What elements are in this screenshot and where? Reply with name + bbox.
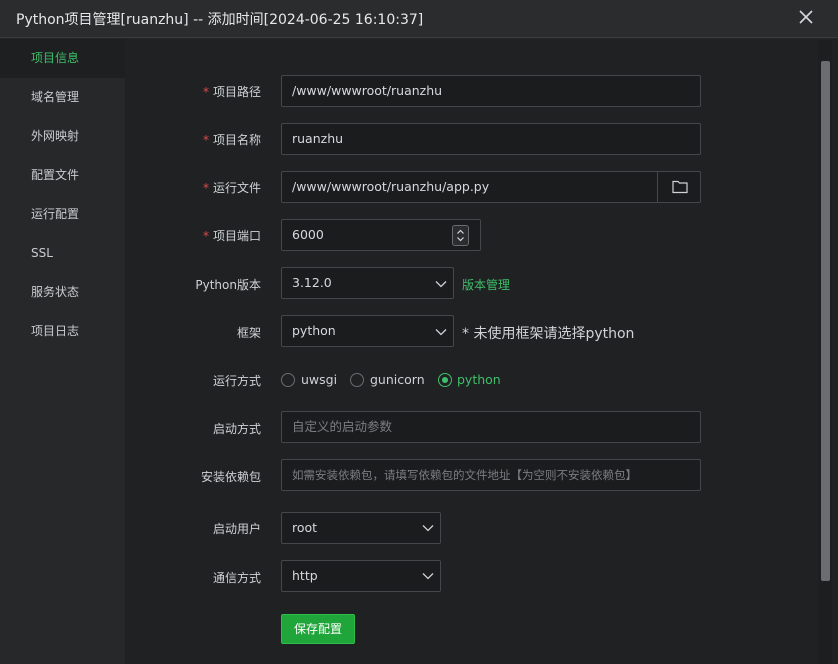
radio-uwsgi-label[interactable]: uwsgi bbox=[301, 372, 337, 387]
dependencies-input[interactable]: 如需安装依赖包，请填写依赖包的文件地址【为空则不安装依赖包】 bbox=[281, 459, 701, 491]
title-bar: Python项目管理[ruanzhu] -- 添加时间[2024-06-25 1… bbox=[0, 0, 838, 38]
protocol-label: 通信方式 bbox=[212, 571, 261, 585]
sidebar-item-domain[interactable]: 域名管理 bbox=[0, 78, 125, 117]
radio-python-label[interactable]: python bbox=[457, 372, 501, 387]
radio-gunicorn[interactable] bbox=[350, 373, 364, 387]
radio-python[interactable] bbox=[438, 373, 452, 387]
required-mark: * bbox=[202, 85, 209, 99]
project-path-input[interactable]: /www/wwwroot/ruanzhu bbox=[281, 75, 701, 107]
start-args-input[interactable]: 自定义的启动参数 bbox=[281, 411, 701, 443]
python-version-label: Python版本 bbox=[195, 278, 261, 292]
radio-uwsgi[interactable] bbox=[281, 373, 295, 387]
project-name-input[interactable]: ruanzhu bbox=[281, 123, 701, 155]
framework-hint: * 未使用框架请选择python bbox=[462, 326, 635, 342]
sidebar: 项目信息 域名管理 外网映射 配置文件 运行配置 SSL 服务状态 项目日志 bbox=[0, 39, 125, 664]
path-label: * 项目路径 bbox=[202, 85, 261, 99]
framework-label: 框架 bbox=[236, 326, 261, 340]
name-label: * 项目名称 bbox=[202, 133, 261, 147]
project-dialog: Python项目管理[ruanzhu] -- 添加时间[2024-06-25 1… bbox=[0, 0, 838, 664]
dependencies-label: 安装依赖包 bbox=[200, 470, 261, 484]
close-icon[interactable] bbox=[794, 5, 818, 29]
run-file-label: * 运行文件 bbox=[202, 181, 261, 195]
sidebar-item-project-log[interactable]: 项目日志 bbox=[0, 312, 125, 351]
sidebar-item-project-info[interactable]: 项目信息 bbox=[0, 39, 125, 78]
required-mark: * bbox=[202, 181, 209, 195]
start-args-label: 启动方式 bbox=[212, 422, 261, 436]
run-mode-label: 运行方式 bbox=[212, 374, 261, 388]
port-label: * 项目端口 bbox=[202, 229, 261, 243]
port-stepper[interactable] bbox=[452, 225, 469, 246]
save-config-button[interactable]: 保存配置 bbox=[281, 614, 355, 644]
required-mark: * bbox=[202, 133, 209, 147]
chevron-down-icon bbox=[435, 329, 447, 336]
start-user-label: 启动用户 bbox=[212, 522, 261, 536]
sidebar-item-config-file[interactable]: 配置文件 bbox=[0, 156, 125, 195]
scrollbar-thumb[interactable] bbox=[821, 61, 830, 581]
start-user-select[interactable]: root bbox=[281, 512, 441, 544]
chevron-down-icon bbox=[422, 573, 434, 580]
sidebar-item-port-mapping[interactable]: 外网映射 bbox=[0, 117, 125, 156]
sidebar-item-service-status[interactable]: 服务状态 bbox=[0, 273, 125, 312]
radio-gunicorn-label[interactable]: gunicorn bbox=[370, 372, 425, 387]
folder-icon[interactable] bbox=[657, 172, 701, 202]
project-port-input[interactable]: 6000 bbox=[281, 219, 481, 251]
framework-select[interactable]: python bbox=[281, 315, 454, 347]
sidebar-item-run-config[interactable]: 运行配置 bbox=[0, 195, 125, 234]
chevron-down-icon bbox=[435, 281, 447, 288]
python-version-select[interactable]: 3.12.0 bbox=[281, 267, 454, 299]
version-manage-link[interactable]: 版本管理 bbox=[462, 276, 510, 293]
run-file-input[interactable]: /www/wwwroot/ruanzhu/app.py bbox=[281, 171, 701, 203]
required-mark: * bbox=[202, 229, 209, 243]
chevron-down-icon bbox=[422, 525, 434, 532]
dialog-title: Python项目管理[ruanzhu] -- 添加时间[2024-06-25 1… bbox=[16, 12, 424, 28]
sidebar-item-ssl[interactable]: SSL bbox=[0, 234, 125, 273]
protocol-select[interactable]: http bbox=[281, 560, 441, 592]
